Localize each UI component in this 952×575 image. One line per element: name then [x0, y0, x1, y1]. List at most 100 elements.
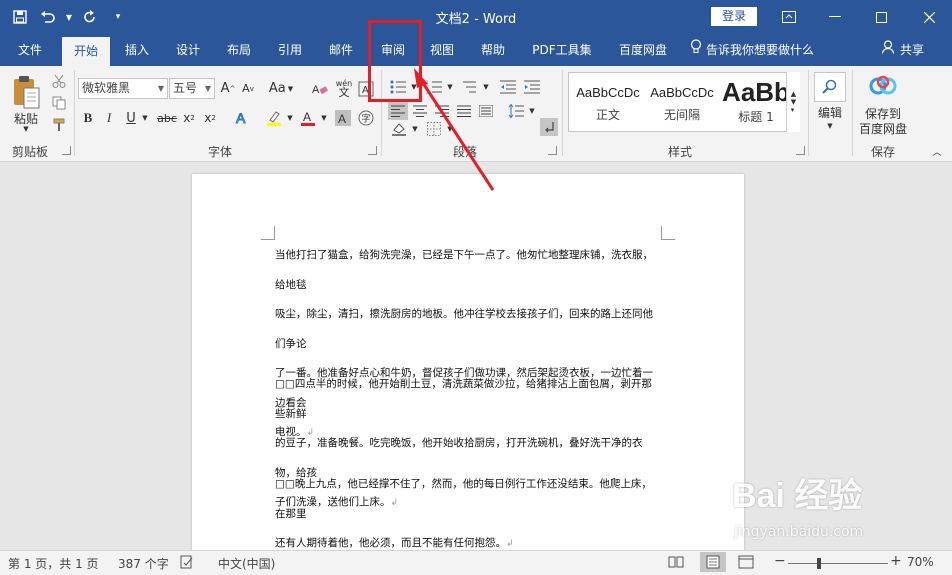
editing-dropdown-icon[interactable]: ▼: [820, 120, 840, 132]
page-count[interactable]: 第 1 页，共 1 页: [8, 555, 99, 572]
close-icon[interactable]: [906, 0, 952, 34]
baidu-netdisk-icon[interactable]: [868, 72, 898, 100]
text-effects-icon[interactable]: A: [232, 108, 252, 128]
style-name: 正文: [595, 108, 620, 122]
search-icon[interactable]: [814, 72, 846, 102]
styles-group-label: 样式: [667, 145, 692, 159]
text-highlight-icon[interactable]: [264, 108, 284, 128]
numbering-icon[interactable]: 123: [424, 76, 444, 98]
group-divider: [852, 70, 853, 156]
tab-layout[interactable]: 布局: [218, 34, 260, 66]
font-launcher-icon[interactable]: [368, 146, 377, 155]
format-painter-icon[interactable]: [50, 116, 68, 134]
ribbon-display-options-icon[interactable]: [766, 0, 812, 34]
proofing-icon[interactable]: [180, 555, 194, 572]
style-heading-1[interactable]: AaBb 标题 1: [719, 73, 793, 131]
phonetic-guide-button[interactable]: wén 文: [334, 76, 354, 100]
font-color-icon[interactable]: A: [298, 108, 318, 128]
enclose-characters-icon[interactable]: 字: [356, 108, 376, 128]
shading-icon[interactable]: [388, 120, 410, 138]
save-to-baidu-label-2[interactable]: 百度网盘: [856, 121, 910, 136]
zoom-slider-thumb[interactable]: [817, 558, 821, 569]
text-line: 当他打扫了猫盒，给狗洗完澡，已经是下午一点了。他匆忙地整理床铺，洗衣服，给地毯: [275, 249, 653, 291]
font-color-dropdown-icon[interactable]: ▼: [319, 108, 329, 128]
save-group-label: 保存: [870, 145, 895, 159]
tab-help[interactable]: 帮助: [472, 34, 514, 66]
justify-icon[interactable]: [454, 102, 474, 120]
share-button[interactable]: 共享: [881, 34, 924, 66]
multilevel-dropdown-icon[interactable]: ▼: [481, 76, 491, 98]
text-line: 吸尘，除尘，清扫，擦洗厨房的地板。他冲往学校去接孩子们，回来的路上还同他们争论: [275, 308, 653, 350]
line-spacing-icon[interactable]: [506, 102, 526, 120]
underline-dropdown-icon[interactable]: ▼: [140, 108, 150, 128]
underline-icon[interactable]: U: [123, 108, 139, 128]
borders-dropdown-icon[interactable]: ▼: [445, 120, 455, 138]
superscript-icon[interactable]: x2: [201, 108, 219, 128]
style-sample: AaBbCcDc: [576, 85, 640, 100]
font-size-dropdown[interactable]: 五号 ▼: [169, 78, 215, 99]
language-indicator[interactable]: 中文(中国): [218, 555, 275, 572]
login-button[interactable]: 登录: [711, 7, 757, 26]
zoom-in-icon[interactable]: +: [890, 553, 902, 569]
minimize-icon[interactable]: [812, 0, 858, 34]
show-hide-marks-icon[interactable]: [540, 118, 558, 136]
svg-text:A: A: [236, 110, 246, 126]
zoom-slider[interactable]: [788, 563, 888, 564]
subscript-icon[interactable]: x2: [180, 108, 198, 128]
paragraph-launcher-icon[interactable]: [548, 146, 557, 155]
shading-dropdown-icon[interactable]: ▼: [410, 120, 420, 138]
line-spacing-dropdown-icon[interactable]: ▼: [527, 102, 537, 120]
style-normal[interactable]: AaBbCcDc 正文: [571, 73, 645, 131]
tab-pdf-tools[interactable]: PDF工具集: [528, 34, 596, 66]
tab-view[interactable]: 视图: [420, 34, 464, 66]
decrease-indent-icon[interactable]: [498, 76, 518, 98]
tell-me-search[interactable]: 告诉我你想要做什么: [690, 34, 814, 66]
web-layout-icon[interactable]: [738, 555, 754, 572]
editing-label[interactable]: 编辑: [812, 104, 848, 120]
cut-icon[interactable]: [50, 72, 68, 90]
shrink-font-icon[interactable]: Av: [239, 78, 257, 99]
tab-references[interactable]: 引用: [268, 34, 312, 66]
font-size-value: 五号: [173, 81, 198, 95]
print-layout-icon[interactable]: [700, 552, 726, 572]
document-page[interactable]: 当他打扫了猫盒，给狗洗完澡，已经是下午一点了。他匆忙地整理床铺，洗衣服，给地毯 …: [192, 174, 744, 564]
character-shading-icon[interactable]: A: [334, 108, 352, 128]
borders-icon[interactable]: [424, 120, 444, 138]
tab-design[interactable]: 设计: [166, 34, 210, 66]
paste-icon[interactable]: [8, 72, 44, 112]
zoom-level[interactable]: 70%: [907, 555, 934, 569]
paste-dropdown-icon[interactable]: ▼: [16, 124, 36, 134]
save-to-baidu-label-1[interactable]: 保存到: [856, 106, 910, 121]
clipboard-launcher-icon[interactable]: [62, 146, 71, 155]
maximize-icon[interactable]: [858, 0, 904, 34]
styles-launcher-icon[interactable]: [796, 146, 805, 155]
bold-icon[interactable]: B: [80, 108, 96, 128]
increase-indent-icon[interactable]: [522, 76, 542, 98]
italic-icon[interactable]: I: [101, 108, 117, 128]
tab-insert[interactable]: 插入: [116, 34, 158, 66]
strikethrough-icon[interactable]: abc: [156, 108, 178, 128]
read-mode-icon[interactable]: [668, 555, 684, 572]
tab-mailings[interactable]: 邮件: [320, 34, 362, 66]
align-left-icon[interactable]: [388, 102, 408, 120]
change-case-button[interactable]: Aa ▼: [266, 78, 296, 99]
highlight-dropdown-icon[interactable]: ▼: [285, 108, 295, 128]
clear-formatting-icon[interactable]: A: [310, 78, 330, 99]
tab-file[interactable]: 文件: [8, 34, 52, 66]
align-right-icon[interactable]: [432, 102, 452, 120]
tab-baidu-netdisk[interactable]: 百度网盘: [612, 34, 674, 66]
word-count[interactable]: 387 个字: [118, 555, 169, 572]
style-no-spacing[interactable]: AaBbCcDc 无间隔: [645, 73, 719, 131]
font-name-dropdown[interactable]: 微软雅黑 ▼: [78, 78, 168, 99]
align-center-icon[interactable]: [410, 102, 430, 120]
zoom-out-icon[interactable]: −: [774, 553, 786, 569]
grow-font-icon[interactable]: A ^: [219, 78, 237, 99]
numbering-dropdown-icon[interactable]: ▼: [445, 76, 455, 98]
multilevel-list-icon[interactable]: [460, 76, 480, 98]
collapse-ribbon-icon[interactable]: ︿: [930, 144, 944, 158]
tab-home[interactable]: 开始: [62, 37, 110, 66]
distributed-icon[interactable]: [476, 102, 496, 120]
styles-scroll-buttons[interactable]: ▲ ▼ ▾: [786, 72, 800, 132]
copy-icon[interactable]: [50, 94, 68, 112]
font-name-value: 微软雅黑: [82, 81, 131, 95]
